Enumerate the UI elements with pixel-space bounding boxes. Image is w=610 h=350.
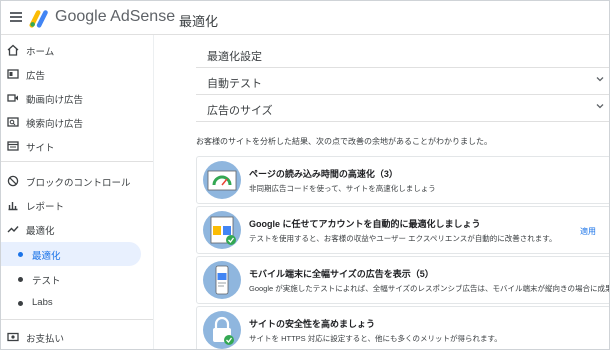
recommendation-card[interactable]: Google に任せてアカウントを自動的に最適化しましょう テストを使用すると、… xyxy=(196,206,609,254)
chevron-down-icon xyxy=(596,77,604,82)
card-title: サイトの安全性を高めましょう xyxy=(249,319,376,329)
search-ads-icon xyxy=(7,117,19,127)
block-icon xyxy=(7,175,19,187)
sidebar-item-video-ads[interactable]: 動画向け広告 xyxy=(1,86,141,110)
recommendation-card[interactable]: モバイル端末に全幅サイズの広告を表示（5） Google が実施したテストによれ… xyxy=(196,256,610,304)
optimization-icon xyxy=(7,226,19,233)
sidebar-item-label: ホーム xyxy=(26,47,55,58)
adsense-logo xyxy=(29,10,48,28)
lock-icon xyxy=(203,311,241,349)
sidebar-divider xyxy=(1,161,153,162)
sidebar-subitem-label: Labs xyxy=(32,297,53,308)
auto-optimize-icon xyxy=(203,211,241,249)
sidebar-item-label: 広告 xyxy=(26,71,46,82)
sidebar-item-block-controls[interactable]: ブロックのコントロール xyxy=(1,169,141,193)
ad-size-row[interactable]: 広告のサイズ xyxy=(196,95,609,122)
sidebar-item-label: 検索向け広告 xyxy=(26,119,84,130)
chevron-down-icon xyxy=(596,104,604,109)
card-description: 非同期広告コードを使って、サイトを高速化しましょう xyxy=(249,184,436,193)
sidebar-item-label: ブロックのコントロール xyxy=(26,178,131,189)
intro-text: お客様のサイトを分析した結果、次の点で改善の余地があることがわかりました。 xyxy=(196,137,492,146)
payments-icon xyxy=(7,332,19,342)
card-title: Google に任せてアカウントを自動的に最適化しましょう xyxy=(249,219,481,229)
app-window: Google AdSense 最適化 ホーム 広告 動画向け広告 検索向け広告 … xyxy=(0,0,610,350)
card-description: サイトを HTTPS 対応に設定すると、他にも多くのメリットが得られます。 xyxy=(249,334,502,343)
sidebar-item-label: レポート xyxy=(26,202,65,213)
sidebar-divider xyxy=(1,319,153,320)
row-label: 広告のサイズ xyxy=(207,105,273,117)
brand-name: Google AdSense xyxy=(55,8,176,25)
main-content: 最適化設定 自動テスト 広告のサイズ お客様のサイトを分析した結果、次の点で改善… xyxy=(154,35,610,349)
bullet-icon xyxy=(18,252,23,257)
sidebar-subitem-label: テスト xyxy=(32,276,61,287)
apply-button[interactable]: 適用 xyxy=(580,226,596,237)
auto-test-row[interactable]: 自動テスト xyxy=(196,68,609,95)
card-description: テストを使用すると、お客様の収益やユーザー エクスペリエンスが自動的に改善されま… xyxy=(249,234,557,243)
sites-icon xyxy=(7,141,19,151)
sidebar-item-sites[interactable]: サイト xyxy=(1,134,141,158)
panel-header: 最適化設定 xyxy=(196,41,609,68)
row-label: 自動テスト xyxy=(207,78,262,90)
sidebar-subitem-label: 最適化 xyxy=(32,251,61,262)
card-description: Google が実施したテストによれば、全幅サイズのレスポンシブ広告は、モバイル… xyxy=(249,284,610,293)
sidebar-item-ads[interactable]: 広告 xyxy=(1,62,141,86)
sidebar-subitem-optimization[interactable]: 最適化 xyxy=(1,242,141,266)
sidebar-item-optimization[interactable]: 最適化 xyxy=(1,217,141,241)
sidebar: ホーム 広告 動画向け広告 検索向け広告 サイト ブロックのコントロール レポー… xyxy=(1,35,154,349)
page-title: 最適化 xyxy=(179,14,219,29)
ads-icon xyxy=(7,69,19,79)
sidebar-item-payments[interactable]: お支払い xyxy=(1,325,141,349)
sidebar-item-search-ads[interactable]: 検索向け広告 xyxy=(1,110,141,134)
optimization-settings-panel: 最適化設定 自動テスト 広告のサイズ xyxy=(196,41,609,125)
sidebar-item-label: お支払い xyxy=(26,334,65,345)
card-title: ページの読み込み時間の高速化（3） xyxy=(249,169,398,179)
recommendation-card[interactable]: ページの読み込み時間の高速化（3） 非同期広告コードを使って、サイトを高速化しま… xyxy=(196,156,609,204)
sidebar-subitem-labs[interactable]: Labs xyxy=(1,291,141,315)
home-icon xyxy=(7,44,19,56)
card-title: モバイル端末に全幅サイズの広告を表示（5） xyxy=(249,269,434,279)
top-bar: Google AdSense 最適化 xyxy=(1,1,609,35)
mobile-icon xyxy=(203,261,241,299)
sidebar-item-home[interactable]: ホーム xyxy=(1,38,141,62)
recommendation-card[interactable]: サイトの安全性を高めましょう サイトを HTTPS 対応に設定すると、他にも多く… xyxy=(196,306,609,349)
speedometer-icon xyxy=(203,161,241,199)
panel-title: 最適化設定 xyxy=(207,51,262,63)
sidebar-item-label: サイト xyxy=(26,143,55,154)
bullet-icon xyxy=(18,301,23,306)
sidebar-subitem-test[interactable]: テスト xyxy=(1,267,141,291)
reports-icon xyxy=(8,202,18,211)
sidebar-item-reports[interactable]: レポート xyxy=(1,193,141,217)
menu-icon[interactable] xyxy=(10,12,22,22)
bullet-icon xyxy=(18,277,23,282)
sidebar-item-label: 最適化 xyxy=(26,226,55,237)
sidebar-item-label: 動画向け広告 xyxy=(26,95,84,106)
video-icon xyxy=(7,94,18,102)
